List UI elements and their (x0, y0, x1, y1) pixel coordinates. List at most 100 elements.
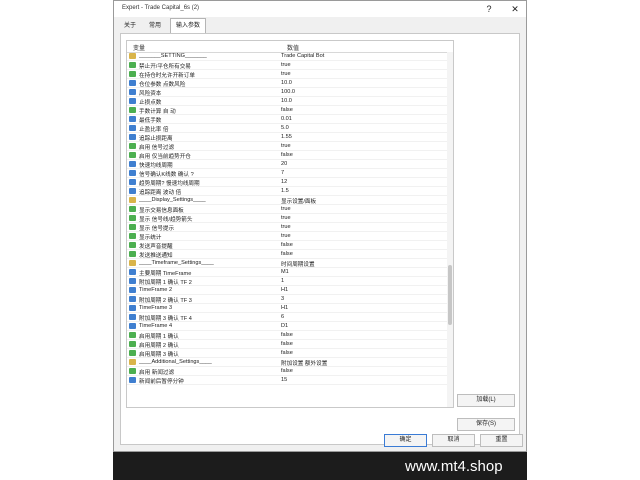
parameter-value[interactable]: 1.5 (281, 188, 289, 194)
scrollbar-thumb[interactable] (448, 265, 452, 325)
parameter-value[interactable]: 15 (281, 377, 287, 383)
parameter-name: 在持仓时允许开新订单 (139, 73, 195, 79)
parameter-value[interactable]: 附加设置 额外设置 (281, 359, 327, 367)
parameter-row[interactable]: 附加周期 1 确认 TF 2 1 (127, 277, 447, 286)
parameter-row[interactable]: 发送声音提醒 false (127, 241, 447, 250)
parameter-name: 最低手数 (139, 118, 162, 124)
parameter-row[interactable]: ____Display_Settings____ 显示设置/面板 (127, 196, 447, 205)
save-button[interactable]: 保存(S) (457, 418, 515, 431)
parameter-row[interactable]: 信号确认K线数 确认 ? 7 (127, 169, 447, 178)
parameter-rows: _______SETTING_______ Trade Capital Bot 禁止… (127, 52, 447, 385)
parameter-row[interactable]: 追踪距离 波动 倍 1.5 (127, 187, 447, 196)
parameter-row[interactable]: 快速均线周期 20 (127, 160, 447, 169)
parameter-value[interactable]: false (281, 107, 293, 113)
parameter-row[interactable]: 启用周期 3 确认 false (127, 349, 447, 358)
parameter-row[interactable]: 止盈比率 倍 5.0 (127, 124, 447, 133)
parameter-row[interactable]: 启用周期 2 确认 false (127, 340, 447, 349)
parameter-row[interactable]: 发送推送通知 false (127, 250, 447, 259)
parameter-row[interactable]: 新闻前后暂停分钟 15 (127, 376, 447, 385)
parameter-row[interactable]: 附加周期 3 确认 TF 4 6 (127, 313, 447, 322)
parameter-row[interactable]: 风险资本 100.0 (127, 88, 447, 97)
numeric-param-icon (129, 305, 136, 311)
parameter-value[interactable]: 10.0 (281, 80, 292, 86)
tab-common[interactable]: 常用 (144, 19, 166, 33)
close-button[interactable]: ✕ (508, 3, 522, 15)
parameter-value[interactable]: 时间周期设置 (281, 260, 315, 268)
tab-inputs[interactable]: 输入参数 (170, 18, 206, 34)
tab-about[interactable]: 关于 (120, 19, 140, 33)
parameter-value[interactable]: false (281, 152, 293, 158)
parameter-row[interactable]: 仓位参数 点数风险 10.0 (127, 79, 447, 88)
parameter-row[interactable]: TimeFrame 3 H1 (127, 304, 447, 313)
parameter-row[interactable]: 显示 信号线/趋势箭头 true (127, 214, 447, 223)
parameter-value[interactable]: M1 (281, 269, 289, 275)
boolean-param-icon (129, 206, 136, 212)
parameter-row[interactable]: ____Timeframe_Settings____ 时间周期设置 (127, 259, 447, 268)
parameter-value[interactable]: true (281, 143, 291, 149)
parameter-value[interactable]: 100.0 (281, 89, 295, 95)
parameter-row[interactable]: 启用 仅当前趋势开仓 false (127, 151, 447, 160)
column-header-variable[interactable]: 变量 (133, 43, 145, 52)
parameter-value[interactable]: 6 (281, 314, 284, 320)
parameter-row[interactable]: 最低手数 0.01 (127, 115, 447, 124)
parameter-row[interactable]: TimeFrame 2 H1 (127, 286, 447, 295)
help-button[interactable]: ? (482, 3, 496, 15)
parameter-value[interactable]: true (281, 215, 291, 221)
boolean-param-icon (129, 224, 136, 230)
parameter-row[interactable]: 手数计算 自 动 false (127, 106, 447, 115)
boolean-param-icon (129, 62, 136, 68)
column-header-value[interactable]: 数值 (287, 43, 299, 52)
boolean-param-icon (129, 107, 136, 113)
parameter-value[interactable]: true (281, 224, 291, 230)
parameter-value[interactable]: true (281, 233, 291, 239)
parameter-value[interactable]: Trade Capital Bot (281, 53, 324, 59)
parameter-value[interactable]: 0.01 (281, 116, 292, 122)
parameter-value[interactable]: true (281, 206, 291, 212)
parameter-row[interactable]: 在持仓时允许开新订单 true (127, 70, 447, 79)
parameter-row[interactable]: 显示交易信息面板 true (127, 205, 447, 214)
parameter-row[interactable]: 显示 信号提示 true (127, 223, 447, 232)
parameter-value[interactable]: 12 (281, 179, 287, 185)
parameter-value[interactable]: D1 (281, 323, 288, 329)
parameter-row[interactable]: 启用周期 1 确认 false (127, 331, 447, 340)
vertical-scrollbar[interactable] (447, 52, 453, 407)
parameter-value[interactable]: H1 (281, 305, 288, 311)
reset-button[interactable]: 重置 (480, 434, 523, 447)
ok-button[interactable]: 确定 (384, 434, 427, 447)
parameter-value[interactable]: false (281, 368, 293, 374)
parameter-value[interactable]: 显示设置/面板 (281, 197, 316, 205)
parameter-value[interactable]: H1 (281, 287, 288, 293)
parameter-row[interactable]: ____Additional_Settings____ 附加设置 额外设置 (127, 358, 447, 367)
parameter-value[interactable]: 20 (281, 161, 287, 167)
parameter-value[interactable]: 3 (281, 296, 284, 302)
parameter-value[interactable]: false (281, 332, 293, 338)
parameter-row[interactable]: 主要周期 TimeFrame M1 (127, 268, 447, 277)
parameter-value[interactable]: 7 (281, 170, 284, 176)
parameter-row[interactable]: 附加周期 2 确认 TF 3 3 (127, 295, 447, 304)
numeric-param-icon (129, 125, 136, 131)
parameter-row[interactable]: 趋势周期? 慢速均线周期 12 (127, 178, 447, 187)
parameter-value[interactable]: true (281, 71, 291, 77)
parameter-value[interactable]: false (281, 242, 293, 248)
parameter-row[interactable]: 启用 信号过滤 true (127, 142, 447, 151)
parameter-row[interactable]: 追踪止损距离 1.55 (127, 133, 447, 142)
parameter-row[interactable]: 禁止开/平仓所有交易 true (127, 61, 447, 70)
parameter-row[interactable]: 显示统计 true (127, 232, 447, 241)
parameter-row[interactable]: _______SETTING_______ Trade Capital Bot (127, 52, 447, 61)
parameter-value[interactable]: false (281, 350, 293, 356)
parameter-row[interactable]: 启用 新闻过滤 false (127, 367, 447, 376)
parameter-value[interactable]: true (281, 62, 291, 68)
parameter-value[interactable]: 1 (281, 278, 284, 284)
parameter-value[interactable]: 10.0 (281, 98, 292, 104)
parameter-value[interactable]: 1.55 (281, 134, 292, 140)
parameter-row[interactable]: TimeFrame 4 D1 (127, 322, 447, 331)
parameter-value[interactable]: false (281, 341, 293, 347)
load-button[interactable]: 加载(L) (457, 394, 515, 407)
parameter-value[interactable]: 5.0 (281, 125, 289, 131)
title-bar[interactable]: Expert - Trade Capital_6s (2) ? ✕ (114, 1, 526, 17)
numeric-param-icon (129, 161, 136, 167)
parameter-row[interactable]: 止损点数 10.0 (127, 97, 447, 106)
parameter-name: 追踪距离 波动 倍 (139, 190, 182, 196)
parameter-value[interactable]: false (281, 251, 293, 257)
cancel-button[interactable]: 取消 (432, 434, 475, 447)
